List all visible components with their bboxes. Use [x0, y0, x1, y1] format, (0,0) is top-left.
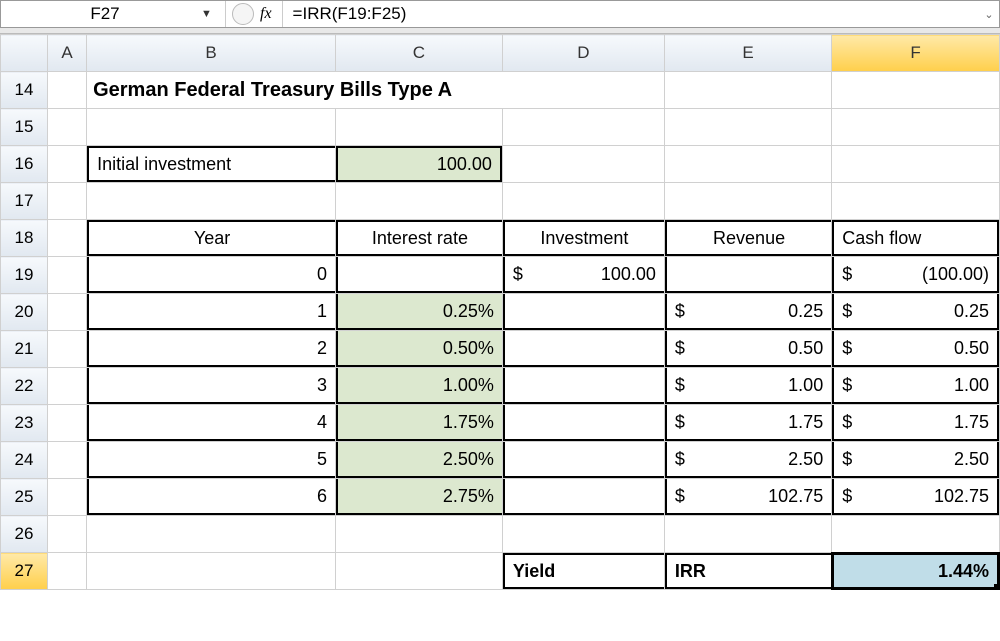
fx-area: fx: [226, 1, 283, 27]
col-header-C[interactable]: C: [336, 35, 503, 72]
name-box[interactable]: F27 ▼: [1, 1, 226, 27]
investment-cell[interactable]: [502, 479, 664, 516]
table-row: 25 6 2.75% $102.75 $102.75: [1, 479, 1000, 516]
col-header-B[interactable]: B: [87, 35, 336, 72]
yield-row: 27 Yield IRR 1.44%: [1, 553, 1000, 590]
header-rate[interactable]: Interest rate: [336, 220, 503, 257]
table-row: 21 2 0.50% $0.50 $0.50: [1, 331, 1000, 368]
table-row: 24 5 2.50% $2.50 $2.50: [1, 442, 1000, 479]
rate-cell[interactable]: 2.75%: [336, 479, 503, 516]
rate-cell[interactable]: [336, 257, 503, 294]
cashflow-cell[interactable]: $102.75: [832, 479, 1000, 516]
revenue-cell[interactable]: $1.00: [664, 368, 831, 405]
year-cell[interactable]: 4: [87, 405, 336, 442]
row-header[interactable]: 17: [1, 183, 48, 220]
table-row: 23 4 1.75% $1.75 $1.75: [1, 405, 1000, 442]
row: 15: [1, 109, 1000, 146]
yield-method[interactable]: IRR: [664, 553, 831, 590]
rate-cell[interactable]: 1.00%: [336, 368, 503, 405]
yield-value[interactable]: 1.44%: [832, 553, 1000, 590]
cashflow-cell[interactable]: $1.75: [832, 405, 1000, 442]
row-header[interactable]: 22: [1, 368, 48, 405]
yield-label[interactable]: Yield: [502, 553, 664, 590]
cell-reference: F27: [9, 4, 201, 24]
revenue-cell[interactable]: $0.25: [664, 294, 831, 331]
table-row: 22 3 1.00% $1.00 $1.00: [1, 368, 1000, 405]
col-header-E[interactable]: E: [664, 35, 831, 72]
revenue-cell[interactable]: $102.75: [664, 479, 831, 516]
col-header-D[interactable]: D: [502, 35, 664, 72]
rate-cell[interactable]: 2.50%: [336, 442, 503, 479]
col-header-A[interactable]: A: [48, 35, 87, 72]
year-cell[interactable]: 6: [87, 479, 336, 516]
cancel-icon[interactable]: [232, 3, 254, 25]
revenue-cell[interactable]: [664, 257, 831, 294]
row-header[interactable]: 21: [1, 331, 48, 368]
row-header[interactable]: 25: [1, 479, 48, 516]
row-header[interactable]: 16: [1, 146, 48, 183]
year-cell[interactable]: 0: [87, 257, 336, 294]
name-box-dropdown-icon[interactable]: ▼: [201, 8, 217, 20]
cell[interactable]: [48, 72, 87, 109]
row-header[interactable]: 15: [1, 109, 48, 146]
row: 26: [1, 516, 1000, 553]
formula-bar: F27 ▼ fx =IRR(F19:F25) ⌄: [0, 0, 1000, 28]
row-header[interactable]: 14: [1, 72, 48, 109]
investment-cell[interactable]: [502, 368, 664, 405]
table-row: 19 0 $100.00 $(100.00): [1, 257, 1000, 294]
row-header[interactable]: 24: [1, 442, 48, 479]
title-cell[interactable]: German Federal Treasury Bills Type A: [87, 72, 665, 109]
row-header[interactable]: 19: [1, 257, 48, 294]
formula-input[interactable]: =IRR(F19:F25): [283, 4, 979, 24]
cashflow-cell[interactable]: $1.00: [832, 368, 1000, 405]
cashflow-cell[interactable]: $0.25: [832, 294, 1000, 331]
row: 14 German Federal Treasury Bills Type A: [1, 72, 1000, 109]
rate-cell[interactable]: 0.25%: [336, 294, 503, 331]
investment-cell[interactable]: $100.00: [502, 257, 664, 294]
cashflow-cell[interactable]: $0.50: [832, 331, 1000, 368]
cell[interactable]: [832, 72, 1000, 109]
header-investment[interactable]: Investment: [502, 220, 664, 257]
rate-cell[interactable]: 0.50%: [336, 331, 503, 368]
investment-cell[interactable]: [502, 405, 664, 442]
header-revenue[interactable]: Revenue: [664, 220, 831, 257]
cashflow-cell[interactable]: $2.50: [832, 442, 1000, 479]
row-header[interactable]: 18: [1, 220, 48, 257]
year-cell[interactable]: 1: [87, 294, 336, 331]
row-header[interactable]: 20: [1, 294, 48, 331]
header-cashflow[interactable]: Cash flow: [832, 220, 1000, 257]
revenue-cell[interactable]: $2.50: [664, 442, 831, 479]
row: 16 Initial investment 100.00: [1, 146, 1000, 183]
table-row: 20 1 0.25% $0.25 $0.25: [1, 294, 1000, 331]
select-all-corner[interactable]: [1, 35, 48, 72]
investment-cell[interactable]: [502, 331, 664, 368]
initial-investment-label[interactable]: Initial investment: [87, 146, 336, 183]
header-year[interactable]: Year: [87, 220, 336, 257]
row-header[interactable]: 27: [1, 553, 48, 590]
expand-formula-bar-icon[interactable]: ⌄: [979, 8, 999, 21]
column-headers: A B C D E F: [1, 35, 1000, 72]
row-header[interactable]: 26: [1, 516, 48, 553]
revenue-cell[interactable]: $1.75: [664, 405, 831, 442]
revenue-cell[interactable]: $0.50: [664, 331, 831, 368]
year-cell[interactable]: 5: [87, 442, 336, 479]
row: 17: [1, 183, 1000, 220]
investment-cell[interactable]: [502, 294, 664, 331]
year-cell[interactable]: 2: [87, 331, 336, 368]
fx-icon[interactable]: fx: [260, 1, 283, 27]
investment-cell[interactable]: [502, 442, 664, 479]
cashflow-cell[interactable]: $(100.00): [832, 257, 1000, 294]
col-header-F[interactable]: F: [832, 35, 1000, 72]
table-header-row: 18 Year Interest rate Investment Revenue…: [1, 220, 1000, 257]
spreadsheet-grid[interactable]: A B C D E F 14 German Federal Treasury B…: [0, 34, 1000, 590]
cell[interactable]: [664, 72, 831, 109]
year-cell[interactable]: 3: [87, 368, 336, 405]
rate-cell[interactable]: 1.75%: [336, 405, 503, 442]
row-header[interactable]: 23: [1, 405, 48, 442]
initial-investment-value[interactable]: 100.00: [336, 146, 503, 183]
